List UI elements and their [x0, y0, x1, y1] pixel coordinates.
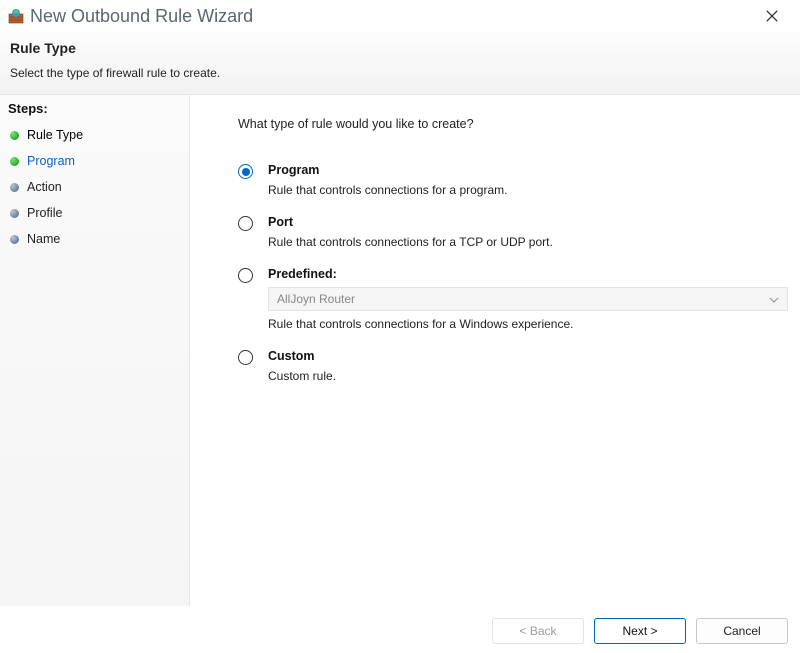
wizard-content: What type of rule would you like to crea… [190, 95, 800, 606]
next-button[interactable]: Next > [594, 618, 686, 644]
wizard-body: Steps: Rule Type Program Action Profile … [0, 95, 800, 606]
radio-program[interactable] [238, 164, 254, 180]
option-desc: Rule that controls connections for a pro… [268, 183, 772, 197]
close-button[interactable] [752, 2, 792, 30]
option-predefined[interactable]: Predefined: AllJoyn Router Rule that con… [238, 267, 772, 331]
option-desc: Custom rule. [268, 369, 772, 383]
option-body: Predefined: AllJoyn Router Rule that con… [268, 267, 788, 331]
window-title: New Outbound Rule Wizard [30, 6, 752, 27]
option-desc: Rule that controls connections for a Win… [268, 317, 788, 331]
step-bullet-icon [10, 183, 19, 192]
option-body: Custom Custom rule. [268, 349, 772, 383]
step-label: Profile [27, 206, 62, 220]
wizard-footer: < Back Next > Cancel [0, 606, 800, 653]
step-bullet-icon [10, 131, 19, 140]
option-desc: Rule that controls connections for a TCP… [268, 235, 772, 249]
rule-type-options: Program Rule that controls connections f… [238, 163, 772, 383]
step-rule-type[interactable]: Rule Type [0, 122, 189, 148]
step-action[interactable]: Action [0, 174, 189, 200]
option-label: Program [268, 163, 772, 177]
page-subtitle: Select the type of firewall rule to crea… [10, 66, 790, 80]
option-label: Predefined: [268, 267, 788, 281]
firewall-icon [8, 8, 24, 24]
step-label: Action [27, 180, 62, 194]
step-bullet-icon [10, 157, 19, 166]
option-body: Program Rule that controls connections f… [268, 163, 772, 197]
radio-predefined[interactable] [238, 268, 254, 284]
option-body: Port Rule that controls connections for … [268, 215, 772, 249]
steps-sidebar: Steps: Rule Type Program Action Profile … [0, 95, 190, 606]
predefined-dropdown: AllJoyn Router [268, 287, 788, 311]
page-title: Rule Type [10, 40, 790, 56]
step-profile[interactable]: Profile [0, 200, 189, 226]
step-program[interactable]: Program [0, 148, 189, 174]
step-bullet-icon [10, 209, 19, 218]
step-label: Rule Type [27, 128, 83, 142]
option-custom[interactable]: Custom Custom rule. [238, 349, 772, 383]
step-label: Name [27, 232, 60, 246]
wizard-header: Rule Type Select the type of firewall ru… [0, 32, 800, 95]
option-port[interactable]: Port Rule that controls connections for … [238, 215, 772, 249]
step-label: Program [27, 154, 75, 168]
step-name[interactable]: Name [0, 226, 189, 252]
chevron-down-icon [769, 292, 779, 306]
cancel-button[interactable]: Cancel [696, 618, 788, 644]
option-label: Custom [268, 349, 772, 363]
option-label: Port [268, 215, 772, 229]
step-bullet-icon [10, 235, 19, 244]
content-question: What type of rule would you like to crea… [238, 117, 772, 131]
steps-heading: Steps: [0, 101, 189, 122]
radio-port[interactable] [238, 216, 254, 232]
title-bar: New Outbound Rule Wizard [0, 0, 800, 32]
dropdown-value: AllJoyn Router [277, 292, 355, 306]
option-program[interactable]: Program Rule that controls connections f… [238, 163, 772, 197]
radio-custom[interactable] [238, 350, 254, 366]
back-button: < Back [492, 618, 584, 644]
